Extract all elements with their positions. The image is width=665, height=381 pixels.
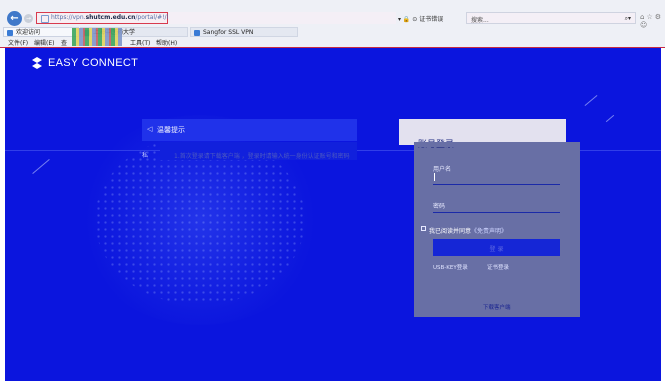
address-bar-extension[interactable] [168,12,396,24]
address-row: ← → https://vpn.shutcm.edu.cn/portal/#!/… [0,2,665,29]
notice-fragment: 私 [142,152,149,159]
agree-checkbox[interactable] [421,226,426,231]
notice-header: ◁ 温馨提示 [142,119,357,141]
text-cursor [434,173,435,181]
notice-title: 温馨提示 [157,126,185,134]
search-icon[interactable]: ⌕▾ [625,15,631,23]
tab-label: Sangfor SSL VPN [203,29,254,36]
login-button-label: 登 录 [489,246,504,253]
tab-label: 欢迎访问 [16,29,41,36]
address-bar[interactable]: https://vpn.shutcm.edu.cn/portal/#!/logi… [36,12,181,24]
light-streak [605,114,615,123]
globe-dots [95,135,305,305]
forward-arrow-icon[interactable]: → [24,14,33,23]
notice-text: 1.首次登录请下载客户端 ，登录时请输入统一身份认证账号和密码 [174,153,350,160]
password-label: 密码 [433,203,446,210]
easyconnect-logo-icon [32,57,42,69]
speaker-icon: ◁ [147,125,153,133]
agree-label: 我已阅读并同意 [429,228,472,235]
usb-key-login-link[interactable]: USB-KEY登录 [433,263,468,271]
favicon-icon [7,30,13,36]
certificate-error-indicator[interactable]: ▾ 🔒 ⊙ 证书错误 [398,14,443,23]
search-placeholder: 搜索... [471,17,489,24]
browser-chrome: ← → https://vpn.shutcm.edu.cn/portal/#!/… [0,0,665,48]
light-streak [584,94,598,107]
username-field[interactable] [433,184,560,185]
login-button[interactable]: 登 录 [433,239,560,256]
scrollbar-gutter [661,48,665,381]
back-arrow-icon[interactable]: ← [7,11,22,26]
panel-overlap [414,142,580,147]
url-domain: shutcm.edu.cn [85,14,136,21]
favicon-icon [194,30,200,36]
tab-sangfor-vpn[interactable]: Sangfor SSL VPN [190,27,298,37]
tab-welcome[interactable]: 欢迎访问 [3,27,79,37]
agree-text: 我已阅读并同意《免责声明》 [429,226,507,235]
username-label: 用户名 [433,166,452,173]
disclaimer-link[interactable]: 《免责声明》 [471,228,507,235]
url-prefix: https://vpn. [51,14,86,21]
download-client-link[interactable]: 下载客户端 [483,303,511,311]
light-streak [32,159,50,174]
url-text: https://vpn.shutcm.edu.cn/portal/#!/logi… [51,14,181,21]
brand-name: EASY CONNECT [48,57,139,69]
search-input[interactable]: 搜索... ⌕▾ [466,12,636,24]
password-field[interactable] [433,212,560,213]
site-icon [41,15,49,23]
cert-login-link[interactable]: 证书登录 [487,263,509,271]
